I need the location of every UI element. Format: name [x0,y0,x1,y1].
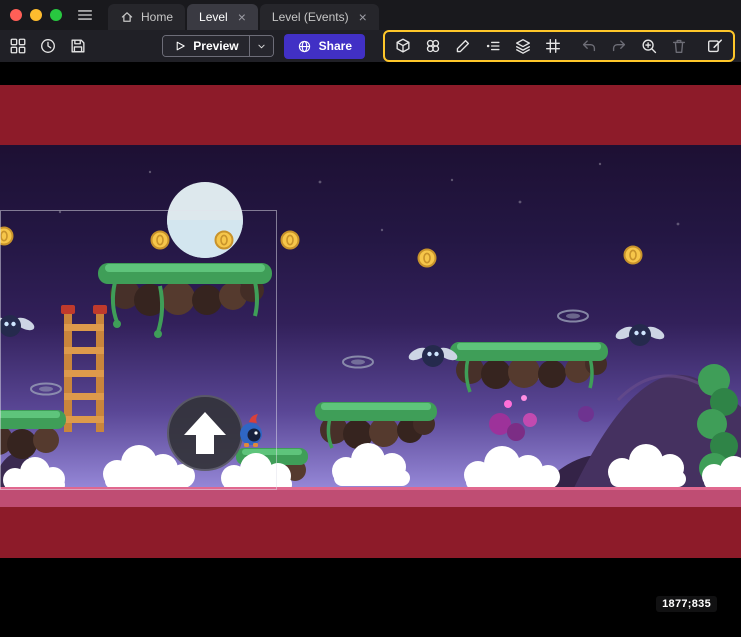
zoom-in-icon[interactable] [638,35,660,57]
coin[interactable] [282,232,299,249]
titlebar: Home Level × Level (Events) × [0,0,741,30]
save-icon[interactable] [66,34,90,58]
player[interactable] [240,414,262,447]
tab-label: Level [199,10,228,24]
jump-button[interactable] [168,396,242,470]
preview-button-group: Preview [162,35,273,57]
tab-level-events[interactable]: Level (Events) × [260,4,379,30]
tab-home[interactable]: Home [108,4,185,30]
platform[interactable] [98,263,272,338]
objects-icon[interactable] [422,35,444,57]
bat-enemy[interactable] [614,324,666,346]
share-label: Share [319,39,352,53]
platform[interactable] [450,342,608,392]
stars [59,163,680,231]
saucer[interactable] [31,384,61,395]
layers-icon[interactable] [512,35,534,57]
close-icon[interactable]: × [359,10,367,24]
minimize-window-button[interactable] [30,9,42,21]
scene-canvas[interactable]: 1877;835 [0,62,741,637]
instances-list-icon[interactable] [482,35,504,57]
maximize-window-button[interactable] [50,9,62,21]
redo-icon[interactable] [608,35,630,57]
preview-label: Preview [193,39,238,53]
ladder[interactable] [61,305,107,432]
tab-label: Home [141,10,173,24]
chevron-down-icon [255,40,268,53]
saucer[interactable] [558,311,588,322]
close-icon[interactable]: × [238,10,246,24]
globe-icon [297,39,312,54]
home-icon [120,10,134,24]
editor-tools-highlighted-group [383,30,735,62]
coin[interactable] [152,232,169,249]
tab-level[interactable]: Level × [187,4,258,30]
undo-icon[interactable] [578,35,600,57]
coin[interactable] [216,232,233,249]
magenta-bushes [489,395,594,441]
coin[interactable] [625,247,642,264]
bottom-red-band [0,507,741,558]
tab-bar: Home Level × Level (Events) × [108,0,379,30]
platform[interactable] [315,402,437,449]
tab-label: Level (Events) [272,10,349,24]
coin[interactable] [0,228,13,245]
3d-box-icon[interactable] [392,35,414,57]
platform[interactable] [0,410,66,459]
traffic-lights [10,9,62,21]
trash-icon[interactable] [668,35,690,57]
pencil-icon[interactable] [452,35,474,57]
app-window: Home Level × Level (Events) × [0,0,741,637]
project-manager-icon[interactable] [6,34,30,58]
grid-icon[interactable] [542,35,564,57]
coin[interactable] [419,250,436,267]
edit-scene-icon[interactable] [704,35,726,57]
play-icon [173,39,187,53]
share-button[interactable]: Share [284,34,365,59]
ground-strip [0,487,741,507]
preview-dropdown-button[interactable] [249,36,273,56]
moon[interactable] [167,182,243,258]
toolbar: Preview Share [0,30,741,62]
cursor-coordinates: 1877;835 [656,596,717,612]
bat-enemy[interactable] [0,315,36,337]
toolbar-left-icons [6,34,90,58]
hamburger-menu-icon[interactable] [76,6,94,24]
history-icon[interactable] [36,34,60,58]
close-window-button[interactable] [10,9,22,21]
preview-button[interactable]: Preview [163,36,248,56]
saucer[interactable] [343,357,373,368]
